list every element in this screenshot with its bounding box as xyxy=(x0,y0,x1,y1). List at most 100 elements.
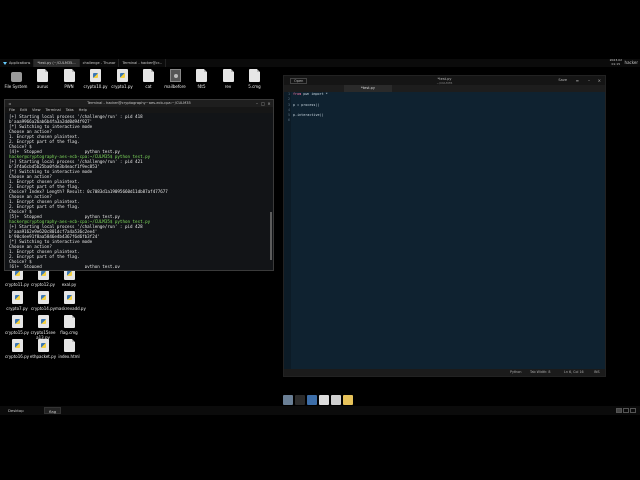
desktop-icon[interactable]: f4t5 xyxy=(188,69,216,89)
line-number: 6 xyxy=(287,118,290,123)
file-icon xyxy=(63,339,75,352)
desktop-icon-label: PWN xyxy=(64,84,74,89)
workspace-pager[interactable] xyxy=(616,408,636,413)
desktop-icon-label: ethpacket.py xyxy=(29,354,57,359)
desktop-icon[interactable]: crypto1.py xyxy=(108,69,136,89)
code-text: p = process( xyxy=(293,102,318,107)
desktop-icon[interactable]: crypto10.py xyxy=(82,69,110,89)
task-file-manager[interactable]: challenge - Thunar xyxy=(80,59,120,67)
taskbar-desktop[interactable]: Desktop xyxy=(4,407,28,414)
desktop-icon[interactable]: flag.cmg xyxy=(55,315,83,335)
desktop-icon[interactable]: 5.cmg xyxy=(241,69,269,89)
insert-mode: INS xyxy=(594,370,600,374)
line-gutter: 123456 xyxy=(284,92,291,369)
desktop-icon[interactable]: ethpacket.py xyxy=(29,339,57,359)
user-menu[interactable]: hacker xyxy=(625,60,638,65)
desktop-icon[interactable]: crypto7.py xyxy=(3,291,31,311)
desktop-icon[interactable]: aurus xyxy=(29,69,57,89)
desktop-icon[interactable]: File System xyxy=(2,69,30,89)
desktop-icon-label: aurus xyxy=(36,84,49,89)
desktop-icon[interactable]: rev xyxy=(214,69,242,89)
language-selector[interactable]: Python xyxy=(510,369,521,376)
py-icon xyxy=(11,339,23,352)
desktop-icon-label: crypto12.py xyxy=(30,282,56,287)
code-keyword: from xyxy=(293,92,302,96)
py-icon xyxy=(37,291,49,304)
desktop-icon[interactable]: index.html xyxy=(55,339,83,359)
desktop-icon-label: crypto10.py xyxy=(83,84,108,89)
code-line: from pwn import * xyxy=(293,92,328,97)
terminal-icon[interactable] xyxy=(295,395,305,405)
menu-item-tabs[interactable]: Tabs xyxy=(66,107,74,113)
terminal-titlebar[interactable]: ▫ Terminal - hacker@cryptography~aes-ecb… xyxy=(5,100,273,107)
terminal-menu-icon[interactable]: ▫ xyxy=(8,101,12,106)
task-label: challenge - Thunar xyxy=(82,61,116,65)
maximize-icon[interactable]: □ xyxy=(261,101,265,106)
file-icon xyxy=(63,69,75,82)
menu-item-file[interactable]: File xyxy=(9,107,15,113)
terminal-window[interactable]: ▫ Terminal - hacker@cryptography~aes-ecb… xyxy=(4,99,274,271)
minimize-icon[interactable]: – xyxy=(588,78,590,83)
menu-item-terminal[interactable]: Terminal xyxy=(46,107,61,113)
workspace-2[interactable] xyxy=(623,408,629,413)
editor-statusbar: Python Tab Width: 8 Ln 6, Col 16 INS xyxy=(284,369,605,376)
py-icon xyxy=(37,339,49,352)
flag-label: flag xyxy=(49,409,57,414)
hamburger-icon[interactable]: ≡ xyxy=(576,78,579,83)
desktop-icon-label: crypto1.py xyxy=(111,84,133,89)
desktop-icon[interactable]: cat xyxy=(135,69,163,89)
desktop-icon-label: File System xyxy=(4,84,28,89)
terminal-scrollbar[interactable] xyxy=(270,212,272,260)
code-area[interactable]: from pwn import * p = process() p.interact… xyxy=(293,92,328,124)
tab-width-selector[interactable]: Tab Width: 8 xyxy=(530,369,550,376)
editor-window[interactable]: Open *test.py ~/CULM35 Save ≡ – × *test.… xyxy=(283,75,606,377)
applications-menu[interactable]: Applications xyxy=(0,59,35,67)
tab-test-py[interactable]: *test.py xyxy=(344,85,392,92)
editor-path: ~/CULM35 xyxy=(436,80,453,85)
browser-icon[interactable] xyxy=(319,395,329,405)
clock[interactable]: 2023.02 01:15 xyxy=(610,59,622,66)
task-editor[interactable]: *test.py (~/CULM35... xyxy=(34,59,80,67)
drive-icon xyxy=(10,72,22,82)
desktop-icon[interactable]: crypto14.py xyxy=(29,291,57,311)
editor-tabbar: *test.py xyxy=(284,85,605,92)
menu-item-help[interactable]: Help xyxy=(79,107,87,113)
workspace-1[interactable] xyxy=(616,408,622,413)
desktop-icon[interactable]: PWN xyxy=(55,69,83,89)
terminal-output[interactable]: [+] Starting local process '/challenge/r… xyxy=(5,113,273,268)
menu-item-view[interactable]: View xyxy=(32,107,41,113)
desktop-icon-label: crypto15.py xyxy=(4,330,30,335)
close-icon[interactable]: × xyxy=(598,78,601,83)
taskbar-flag[interactable]: flag xyxy=(44,407,62,414)
code-text: ) xyxy=(317,102,320,107)
workspace-3[interactable] xyxy=(630,408,636,413)
menu-item-edit[interactable]: Edit xyxy=(20,107,27,113)
file-icon xyxy=(37,69,48,82)
desktop-label: Desktop xyxy=(8,408,24,413)
desktop-icon[interactable]: mailbefore xyxy=(161,69,189,89)
desktop-icon-label: maskrevadd.py xyxy=(55,306,86,311)
desktop-icon[interactable]: maskrevadd.py xyxy=(55,291,86,311)
desktop-icon[interactable]: crypto15.py xyxy=(3,315,31,335)
bottom-panel: Desktop flag xyxy=(0,406,640,415)
py-icon xyxy=(37,315,49,328)
task-terminal[interactable]: Terminal - hacker@cr... xyxy=(119,59,167,67)
save-button[interactable]: Save xyxy=(558,78,567,82)
desktop-icon-label: exal.py xyxy=(61,282,77,287)
desktop-icon[interactable]: crypto15see a13.py xyxy=(29,315,57,340)
code-text: p.interactive() xyxy=(293,113,324,118)
editor-headerbar[interactable]: Open *test.py ~/CULM35 Save ≡ – × xyxy=(284,76,605,85)
file-icon xyxy=(222,69,234,82)
show-desktop-icon[interactable] xyxy=(283,395,293,405)
files-icon[interactable] xyxy=(307,395,317,405)
applications-icon xyxy=(3,61,7,65)
py-icon xyxy=(90,69,101,82)
folder-icon[interactable] xyxy=(343,395,353,405)
minimize-icon[interactable]: – xyxy=(255,101,259,106)
close-icon[interactable]: × xyxy=(267,101,271,106)
py-icon xyxy=(116,69,128,82)
search-icon[interactable] xyxy=(331,395,341,405)
file-icon xyxy=(63,315,75,328)
desktop-icon[interactable]: crypto16.py xyxy=(3,339,31,359)
